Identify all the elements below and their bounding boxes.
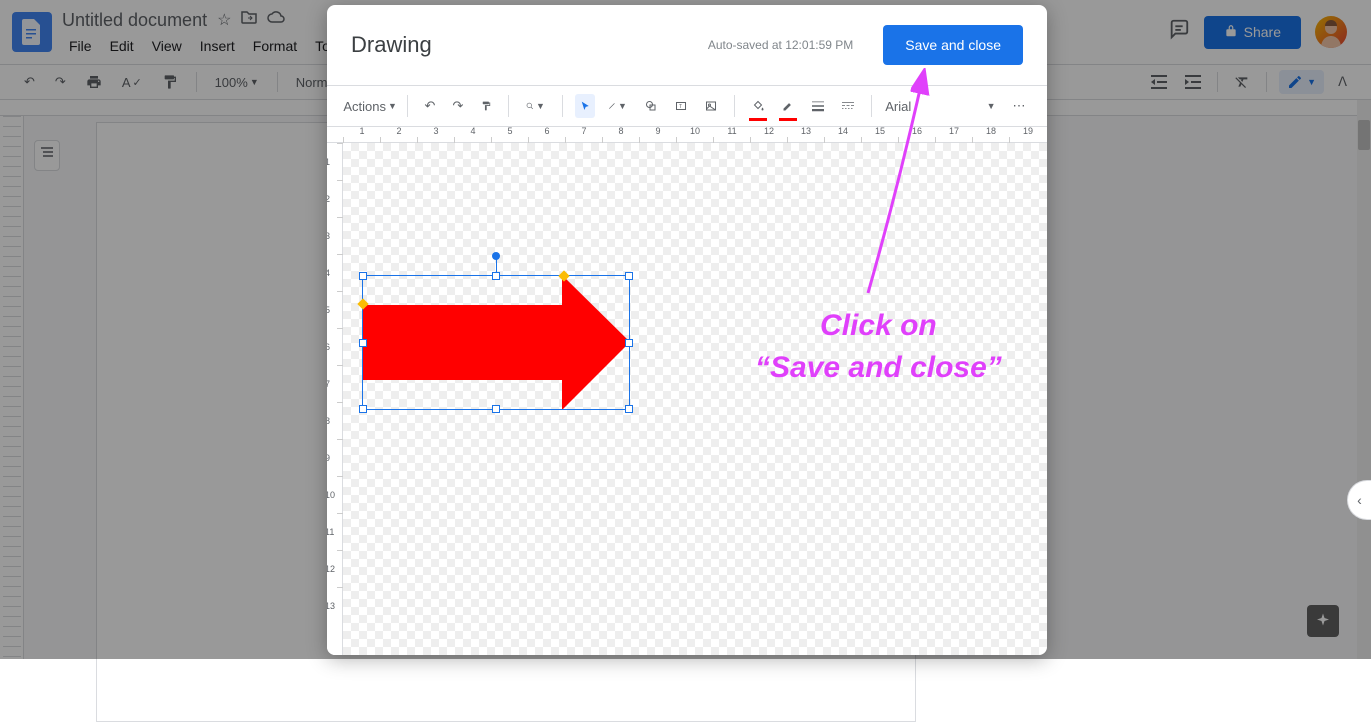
- svg-text:T: T: [679, 104, 682, 110]
- textbox-tool-icon[interactable]: T: [670, 93, 692, 119]
- more-icon[interactable]: ⋯: [1009, 93, 1029, 119]
- resize-handle[interactable]: [359, 339, 367, 347]
- annotation-text: Click on “Save and close”: [755, 305, 1002, 389]
- resize-handle[interactable]: [359, 405, 367, 413]
- resize-handle[interactable]: [625, 405, 633, 413]
- autosave-status: Auto-saved at 12:01:59 PM: [708, 38, 853, 52]
- undo-icon[interactable]: ↶: [420, 93, 440, 119]
- resize-handle[interactable]: [359, 272, 367, 280]
- drawing-vertical-ruler[interactable]: [327, 143, 343, 655]
- image-tool-icon[interactable]: [700, 93, 722, 119]
- shape-adjust-handle[interactable]: [357, 298, 368, 309]
- shape-adjust-handle[interactable]: [558, 270, 569, 281]
- resize-handle[interactable]: [625, 272, 633, 280]
- border-color-button[interactable]: [777, 93, 799, 119]
- shape-tool-icon[interactable]: [640, 93, 662, 119]
- border-weight-button[interactable]: [807, 95, 829, 117]
- rotation-handle[interactable]: [492, 252, 500, 260]
- selection-box[interactable]: [362, 275, 630, 410]
- save-and-close-button[interactable]: Save and close: [883, 25, 1023, 65]
- border-dash-button[interactable]: [837, 95, 859, 117]
- fill-color-button[interactable]: [747, 93, 769, 119]
- resize-handle[interactable]: [625, 339, 633, 347]
- actions-menu[interactable]: Actions▼: [345, 94, 395, 119]
- paint-format-icon[interactable]: [476, 94, 497, 118]
- resize-handle[interactable]: [492, 272, 500, 280]
- annotation-arrow: [858, 68, 948, 303]
- modal-title: Drawing: [351, 32, 432, 58]
- font-dropdown-icon[interactable]: ▼: [981, 96, 1001, 116]
- zoom-icon[interactable]: ▼: [521, 94, 550, 118]
- line-tool-icon[interactable]: ▼: [603, 94, 632, 118]
- redo-icon[interactable]: ↷: [448, 93, 468, 119]
- resize-handle[interactable]: [492, 405, 500, 413]
- select-tool-icon[interactable]: [575, 94, 596, 118]
